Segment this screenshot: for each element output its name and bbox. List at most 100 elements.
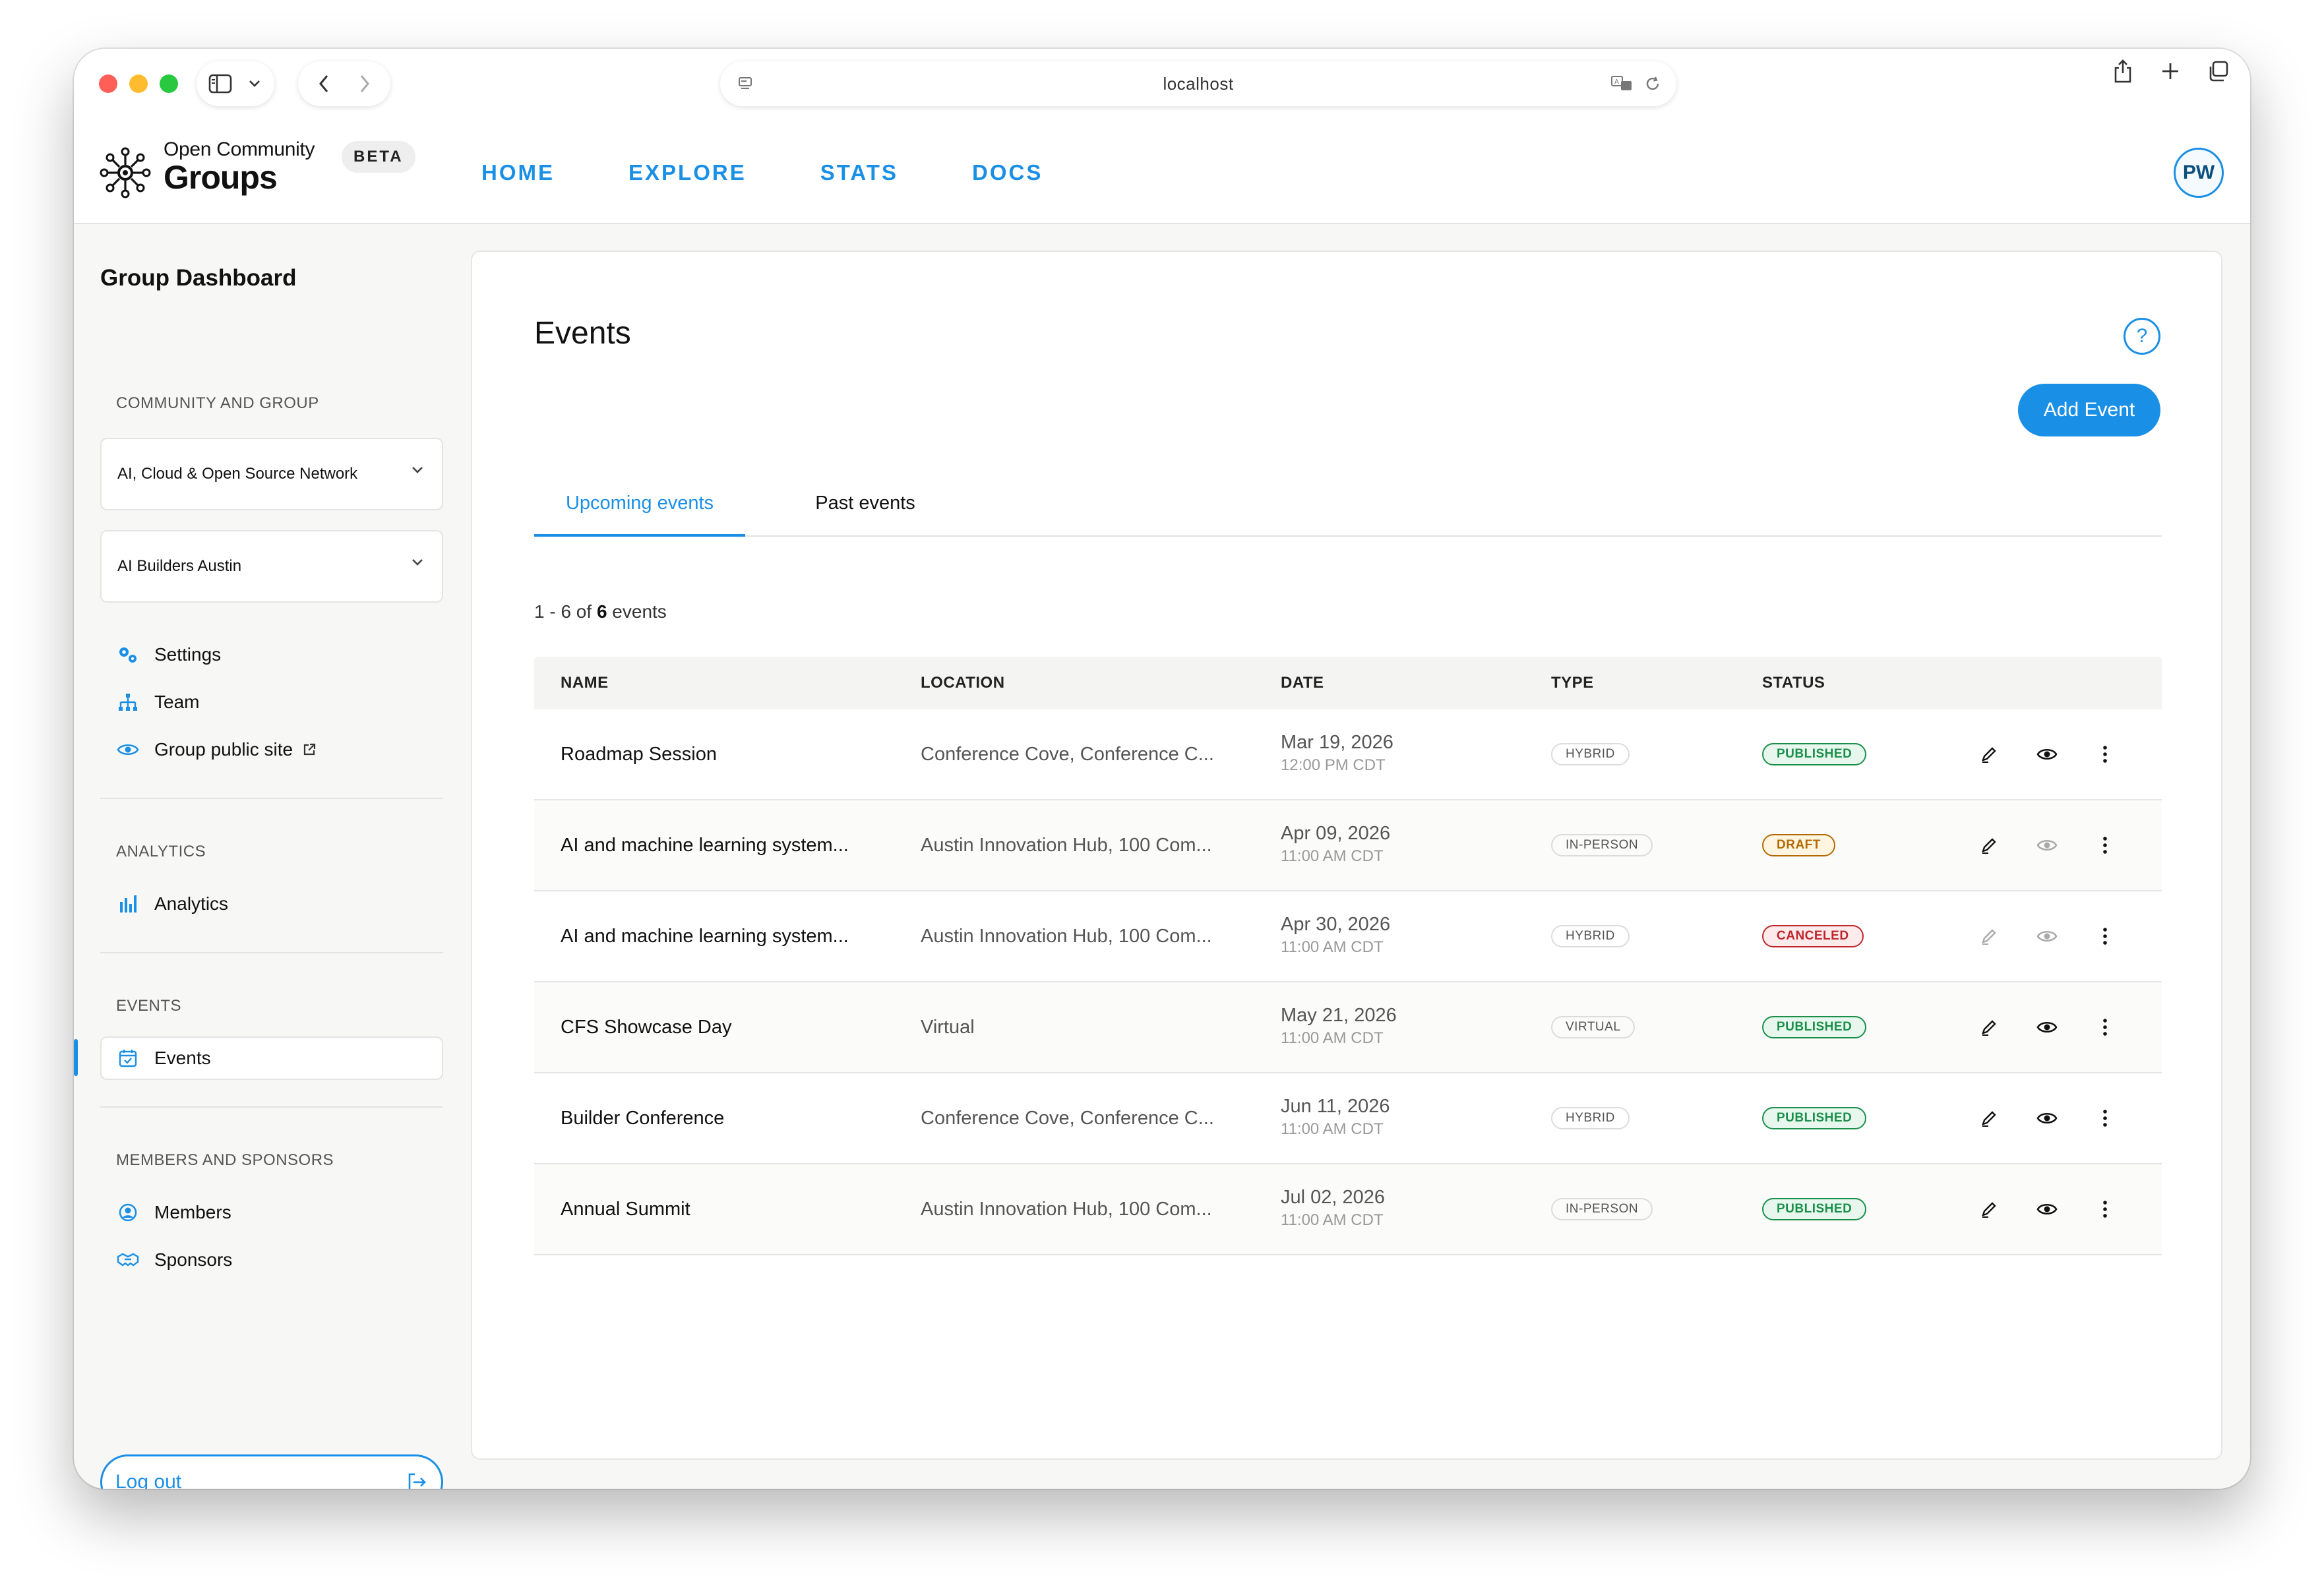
sidebar-item-label: Group public site: [154, 739, 293, 760]
events-count-total: 6: [596, 601, 607, 622]
community-select[interactable]: AI, Cloud & Open Source Network: [100, 438, 443, 510]
event-name[interactable]: AI and machine learning system...: [561, 891, 849, 981]
column-header-location: LOCATION: [921, 674, 1005, 692]
event-date-day: Jun 11, 2026: [1281, 1096, 1390, 1117]
group-select[interactable]: AI Builders Austin: [100, 530, 443, 603]
chevron-down-icon: [410, 465, 425, 478]
more-vertical-icon[interactable]: [2092, 1196, 2118, 1222]
sidebar-item-team[interactable]: Team: [116, 686, 199, 719]
sidebar-item-group-public-site[interactable]: Group public site: [116, 733, 317, 766]
active-indicator: [74, 1039, 78, 1076]
external-link-icon: [302, 742, 317, 757]
edit-pencil-icon[interactable]: [1976, 1196, 2002, 1222]
event-date: May 21, 2026 11:00 AM CDT: [1281, 1005, 1397, 1048]
sidebar-title: Group Dashboard: [100, 265, 297, 291]
logo-text-top[interactable]: Open Community: [164, 138, 315, 161]
translate-icon[interactable]: A: [1608, 61, 1637, 106]
tab-past-events[interactable]: Past events: [773, 476, 958, 537]
event-date-time: 11:00 AM CDT: [1281, 938, 1384, 956]
view-eye-icon[interactable]: [2034, 1014, 2060, 1040]
forward-arrow-icon[interactable]: [348, 61, 381, 106]
edit-pencil-icon[interactable]: [1976, 741, 2002, 767]
history-nav-group: [298, 61, 390, 106]
event-date: Mar 19, 2026 12:00 PM CDT: [1281, 732, 1393, 775]
table-header: NAME LOCATION DATE TYPE STATUS: [534, 657, 2162, 709]
new-tab-icon[interactable]: [2154, 49, 2187, 94]
event-type-badge: HYBRID: [1551, 1107, 1630, 1129]
logo-text-bottom[interactable]: Groups: [164, 158, 278, 196]
edit-pencil-icon[interactable]: [1976, 1014, 2002, 1040]
event-status-badge: PUBLISHED: [1762, 1016, 1867, 1038]
table-row[interactable]: AI and machine learning system... Austin …: [534, 800, 2162, 891]
more-vertical-icon[interactable]: [2092, 923, 2118, 949]
column-header-type: TYPE: [1551, 674, 1594, 692]
event-date-day: Jul 02, 2026: [1281, 1187, 1386, 1208]
event-type-badge: VIRTUAL: [1551, 1016, 1636, 1038]
event-location: Conference Cove, Conference C...: [921, 1108, 1214, 1129]
event-name[interactable]: CFS Showcase Day: [561, 982, 732, 1072]
table-row[interactable]: Builder Conference Conference Cove, Confe…: [534, 1073, 2162, 1164]
reload-icon[interactable]: [1639, 61, 1666, 106]
close-window-button[interactable]: [99, 75, 117, 93]
add-event-button[interactable]: Add Event: [2018, 384, 2160, 436]
edit-pencil-icon[interactable]: [1976, 832, 2002, 858]
table-row[interactable]: Roadmap Session Conference Cove, Conferen…: [534, 709, 2162, 800]
sidebar-toggle-icon[interactable]: [206, 61, 235, 106]
column-header-status: STATUS: [1762, 674, 1825, 692]
table-row[interactable]: CFS Showcase Day Virtual May 21, 2026 11:00…: [534, 982, 2162, 1073]
back-arrow-icon[interactable]: [307, 61, 340, 106]
view-eye-icon[interactable]: [2034, 923, 2060, 949]
edit-pencil-icon[interactable]: [1976, 1105, 2002, 1131]
more-vertical-icon[interactable]: [2092, 741, 2118, 767]
section-members-and-sponsors: MEMBERS AND SPONSORS: [116, 1151, 334, 1169]
event-name[interactable]: Roadmap Session: [561, 709, 717, 799]
help-button[interactable]: ?: [2124, 318, 2160, 355]
nav-explore[interactable]: EXPLORE: [628, 160, 747, 185]
event-date-day: Apr 30, 2026: [1281, 914, 1391, 935]
sidebar-item-analytics[interactable]: Analytics: [116, 887, 228, 920]
minimize-window-button[interactable]: [129, 75, 148, 93]
nav-home[interactable]: HOME: [481, 160, 555, 185]
chevron-down-icon[interactable]: [241, 61, 268, 106]
browser-toolbar: localhost A: [74, 49, 2250, 121]
app-header: Open Community Groups BETA HOME EXPLORE …: [74, 121, 2250, 224]
sidebar-divider: [100, 798, 443, 799]
logout-button[interactable]: Log out: [100, 1454, 443, 1489]
event-status-badge: PUBLISHED: [1762, 1198, 1867, 1220]
event-name[interactable]: AI and machine learning system...: [561, 800, 849, 890]
beta-badge: BETA: [342, 141, 415, 173]
view-eye-icon[interactable]: [2034, 741, 2060, 767]
tab-upcoming-events[interactable]: Upcoming events: [534, 476, 745, 537]
nav-docs[interactable]: DOCS: [972, 160, 1043, 185]
eye-icon: [116, 738, 140, 762]
sidebar-item-settings[interactable]: Settings: [116, 638, 221, 671]
event-location: Austin Innovation Hub, 100 Com...: [921, 926, 1212, 947]
sidebar-item-label: Members: [154, 1202, 231, 1222]
event-name[interactable]: Builder Conference: [561, 1073, 724, 1163]
zoom-window-button[interactable]: [160, 75, 178, 93]
more-vertical-icon[interactable]: [2092, 832, 2118, 858]
tab-overview-icon[interactable]: [2201, 49, 2234, 94]
table-row[interactable]: AI and machine learning system... Austin …: [534, 891, 2162, 982]
bar-chart-icon: [116, 892, 140, 916]
sidebar-item-members[interactable]: Members: [116, 1196, 231, 1229]
address-bar[interactable]: localhost A: [720, 61, 1676, 106]
event-name[interactable]: Annual Summit: [561, 1164, 690, 1254]
nav-stats[interactable]: STATS: [820, 160, 898, 185]
view-eye-icon[interactable]: [2034, 832, 2060, 858]
view-eye-icon[interactable]: [2034, 1105, 2060, 1131]
more-vertical-icon[interactable]: [2092, 1105, 2118, 1131]
more-vertical-icon[interactable]: [2092, 1014, 2118, 1040]
logout-label: Log out: [115, 1471, 182, 1489]
view-eye-icon[interactable]: [2034, 1196, 2060, 1222]
sidebar-item-events[interactable]: Events: [116, 1042, 211, 1075]
table-row[interactable]: Annual Summit Austin Innovation Hub, 100 …: [534, 1164, 2162, 1255]
sidebar-item-sponsors[interactable]: Sponsors: [116, 1243, 232, 1276]
edit-pencil-icon[interactable]: [1976, 923, 2002, 949]
event-type-badge: HYBRID: [1551, 925, 1630, 947]
logo-icon[interactable]: [99, 146, 152, 199]
user-avatar[interactable]: PW: [2174, 148, 2224, 198]
column-header-name: NAME: [561, 674, 609, 692]
share-icon[interactable]: [2106, 49, 2139, 94]
event-type-badge: IN-PERSON: [1551, 1198, 1653, 1220]
